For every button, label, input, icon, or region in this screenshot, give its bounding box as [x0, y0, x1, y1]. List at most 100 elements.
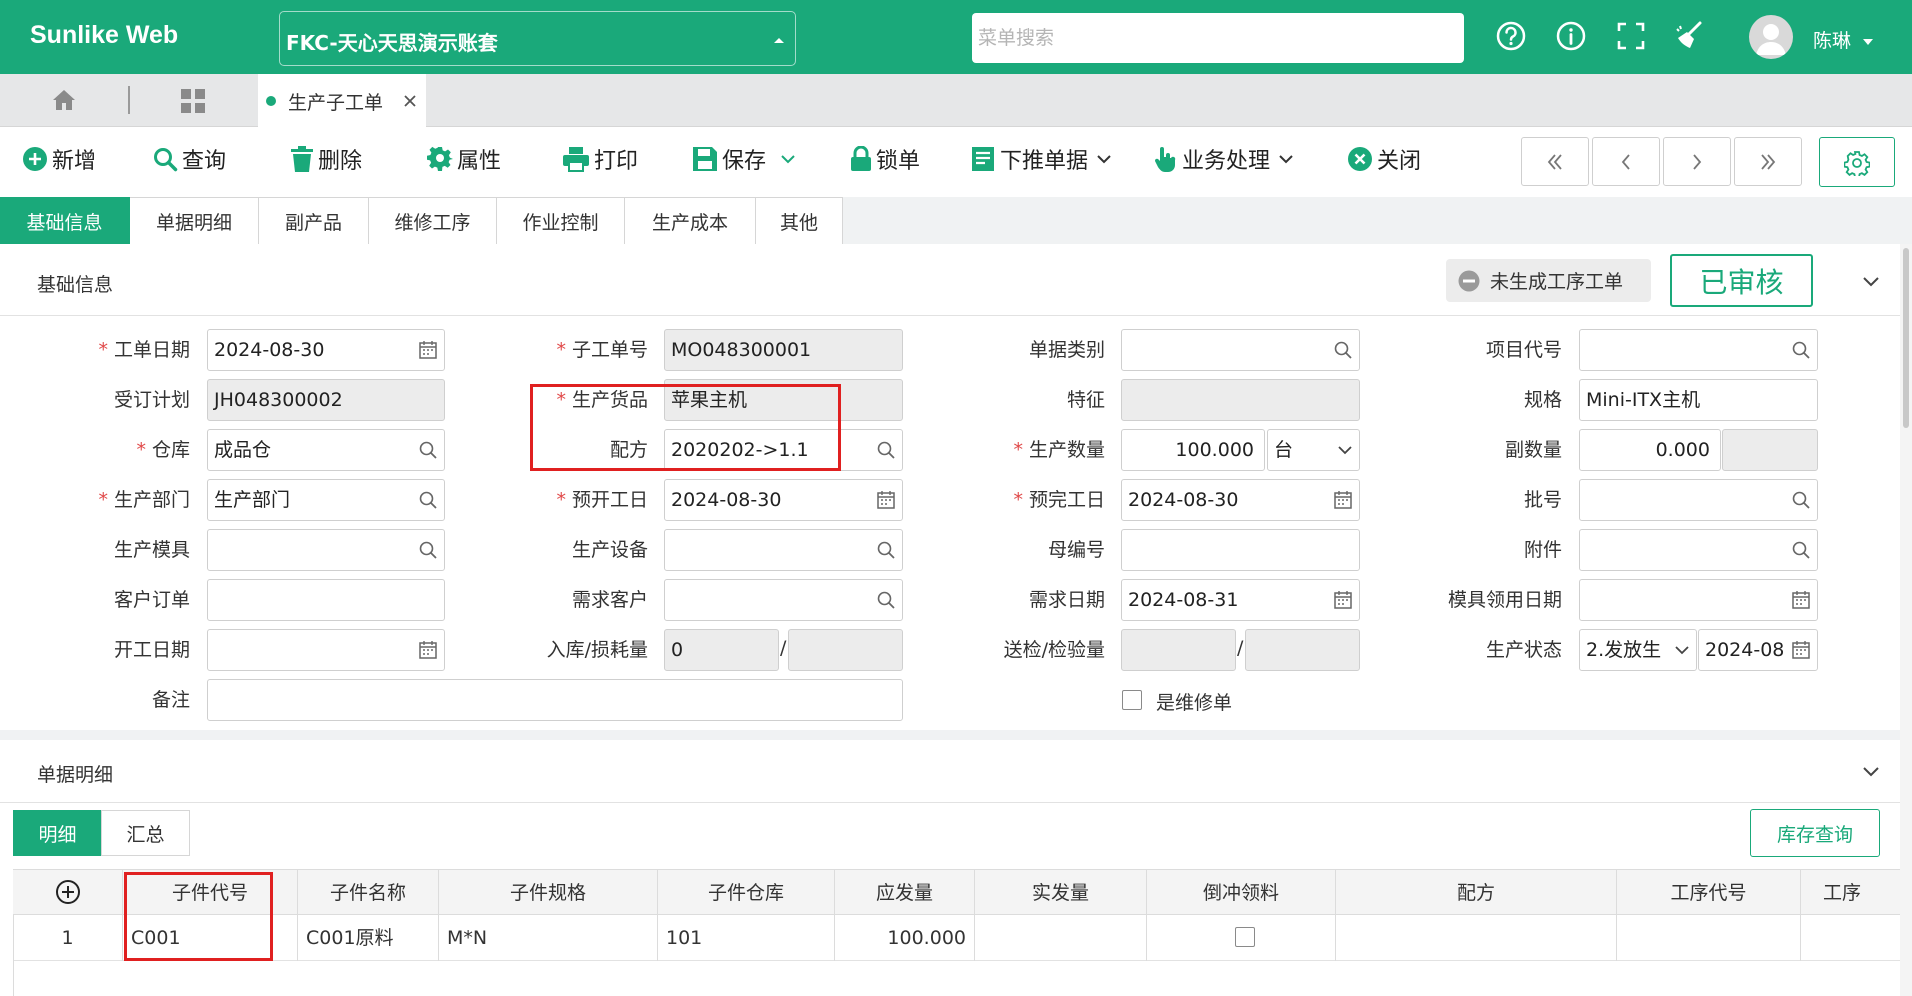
search-icon[interactable] — [1791, 540, 1811, 560]
search-icon[interactable] — [1791, 340, 1811, 360]
mold-input[interactable] — [207, 529, 445, 571]
search-icon[interactable] — [876, 590, 896, 610]
tab-repair-process[interactable]: 维修工序 — [369, 197, 497, 244]
order-date-input[interactable]: 2024-08-30 — [207, 329, 445, 371]
col-issued-qty[interactable]: 实发量 — [975, 870, 1147, 916]
calendar-icon[interactable] — [876, 490, 896, 510]
delete-button[interactable]: 删除 — [290, 144, 362, 174]
settings-button[interactable] — [1819, 137, 1895, 187]
broom-icon[interactable] — [1674, 20, 1706, 52]
calendar-icon[interactable] — [418, 340, 438, 360]
finish-date-input[interactable]: 2024-08-30 — [1121, 479, 1360, 521]
tab-job-control[interactable]: 作业控制 — [497, 197, 625, 244]
first-record-button[interactable] — [1521, 137, 1589, 186]
stock-qty-input[interactable]: 0 — [664, 629, 779, 671]
product-input[interactable]: 苹果主机 — [664, 379, 903, 421]
search-icon[interactable] — [418, 490, 438, 510]
grid-icon[interactable] — [180, 88, 206, 114]
col-component-name[interactable]: 子件名称 — [298, 870, 439, 916]
tab-production-sub-order[interactable]: 生产子工单 — [258, 74, 426, 127]
col-process-code[interactable]: 工序代号 — [1617, 870, 1801, 916]
col-component-warehouse[interactable]: 子件仓库 — [658, 870, 835, 916]
stock-query-button[interactable]: 库存查询 — [1750, 809, 1880, 857]
lock-button[interactable]: 锁单 — [850, 144, 920, 174]
tab-production-cost[interactable]: 生产成本 — [625, 197, 756, 244]
push-down-button[interactable]: 下推单据 — [970, 144, 1116, 174]
home-icon[interactable] — [51, 87, 77, 113]
cell-component-name[interactable]: C001原料 — [298, 915, 439, 961]
warehouse-input[interactable]: 成品仓 — [207, 429, 445, 471]
tab-detail[interactable]: 明细 — [13, 810, 102, 856]
table-row[interactable]: 1 C001 C001原料 M*N 101 100.000 — [13, 915, 1900, 961]
demand-customer-input[interactable] — [664, 579, 903, 621]
status-date-input[interactable]: 2024-08 — [1698, 629, 1818, 671]
cell-component-spec[interactable]: M*N — [439, 915, 658, 961]
account-selector[interactable]: FKC-天心天思演示账套 — [279, 11, 796, 66]
cell-process[interactable] — [1801, 915, 1900, 961]
prod-status-select[interactable]: 2.发放生 — [1579, 629, 1697, 671]
calendar-icon[interactable] — [1791, 640, 1811, 660]
search-icon[interactable] — [418, 540, 438, 560]
doc-type-input[interactable] — [1121, 329, 1360, 371]
next-record-button[interactable] — [1663, 137, 1731, 186]
scrollbar-thumb[interactable] — [1903, 248, 1909, 428]
calendar-icon[interactable] — [1333, 590, 1353, 610]
sub-unit-input[interactable] — [1722, 429, 1818, 471]
page-scrollbar[interactable] — [1900, 244, 1912, 996]
last-record-button[interactable] — [1734, 137, 1802, 186]
col-component-spec[interactable]: 子件规格 — [439, 870, 658, 916]
help-icon[interactable] — [1495, 20, 1527, 52]
avatar[interactable] — [1749, 15, 1793, 59]
business-process-button[interactable]: 业务处理 — [1152, 144, 1298, 174]
menu-search-input[interactable] — [972, 13, 1464, 63]
cell-required-qty[interactable]: 100.000 — [835, 915, 975, 961]
tab-by-products[interactable]: 副产品 — [259, 197, 369, 244]
add-button[interactable]: 新增 — [22, 144, 96, 174]
fullscreen-icon[interactable] — [1615, 20, 1647, 52]
is-repair-checkbox[interactable] — [1122, 690, 1142, 710]
customer-order-input[interactable] — [207, 579, 445, 621]
query-button[interactable]: 查询 — [152, 144, 226, 174]
col-component-code[interactable]: 子件代号 — [123, 870, 298, 916]
print-button[interactable]: 打印 — [562, 144, 638, 174]
chevron-down-icon[interactable] — [1862, 766, 1880, 778]
search-icon[interactable] — [1791, 490, 1811, 510]
tab-summary[interactable]: 汇总 — [101, 810, 190, 856]
close-button[interactable]: 关闭 — [1347, 144, 1421, 174]
mold-date-input[interactable] — [1579, 579, 1818, 621]
loss-qty-input[interactable] — [788, 629, 903, 671]
tab-other[interactable]: 其他 — [756, 197, 843, 244]
properties-button[interactable]: 属性 — [427, 144, 501, 174]
cell-component-code[interactable]: C001 — [123, 915, 298, 961]
prev-record-button[interactable] — [1592, 137, 1660, 186]
tab-document-detail[interactable]: 单据明细 — [130, 197, 259, 244]
inspect-send-input[interactable] — [1121, 629, 1236, 671]
quantity-input[interactable]: 100.000 — [1121, 429, 1265, 471]
search-icon[interactable] — [418, 440, 438, 460]
order-plan-input[interactable]: JH048300002 — [207, 379, 445, 421]
col-required-qty[interactable]: 应发量 — [835, 870, 975, 916]
attachment-input[interactable] — [1579, 529, 1818, 571]
calendar-icon[interactable] — [418, 640, 438, 660]
info-icon[interactable] — [1555, 20, 1587, 52]
col-process[interactable]: 工序 — [1801, 870, 1900, 916]
chevron-down-icon[interactable] — [1862, 276, 1880, 288]
add-row-button[interactable] — [13, 870, 123, 916]
sub-order-no-input[interactable]: MO048300001 — [664, 329, 903, 371]
remark-input[interactable] — [207, 679, 903, 721]
parent-no-input[interactable] — [1121, 529, 1360, 571]
cell-formula[interactable] — [1336, 915, 1617, 961]
col-backflush[interactable]: 倒冲领料 — [1147, 870, 1336, 916]
col-formula[interactable]: 配方 — [1336, 870, 1617, 916]
batch-input[interactable] — [1579, 479, 1818, 521]
search-icon[interactable] — [876, 440, 896, 460]
backflush-checkbox[interactable] — [1235, 927, 1255, 947]
inspected-qty-input[interactable] — [1245, 629, 1360, 671]
project-code-input[interactable] — [1579, 329, 1818, 371]
cell-component-warehouse[interactable]: 101 — [658, 915, 835, 961]
calendar-icon[interactable] — [1791, 590, 1811, 610]
feature-input[interactable] — [1121, 379, 1360, 421]
calendar-icon[interactable] — [1333, 490, 1353, 510]
formula-input[interactable]: 2020202->1.1 — [664, 429, 903, 471]
search-icon[interactable] — [1333, 340, 1353, 360]
